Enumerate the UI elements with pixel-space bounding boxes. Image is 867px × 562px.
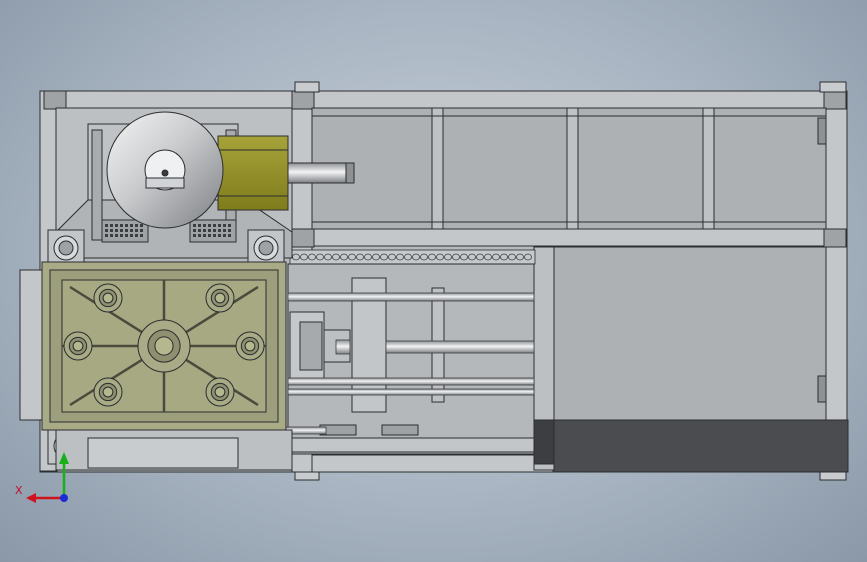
cutter-disc: [106, 111, 224, 229]
upper-enclosure: [311, 107, 827, 230]
chain-rail: [289, 249, 536, 265]
cad-viewport[interactable]: X: [0, 0, 867, 562]
x-axis-label: X: [15, 484, 23, 497]
machine-drawing: [19, 81, 849, 503]
clamp-unit: [287, 263, 535, 455]
mold-plate: [19, 261, 293, 471]
